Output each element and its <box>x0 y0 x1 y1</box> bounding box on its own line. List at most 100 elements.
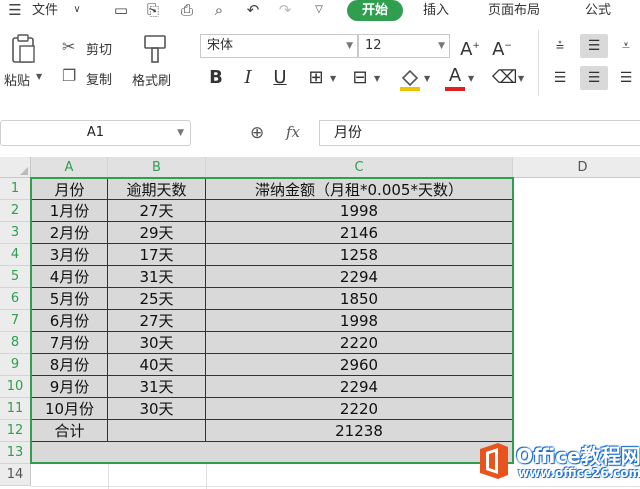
row-header-7[interactable]: 7 <box>0 310 31 332</box>
bold-icon[interactable]: B <box>204 66 228 90</box>
row-header-3[interactable]: 3 <box>0 222 31 244</box>
table-row-days[interactable]: 31天 <box>108 266 206 288</box>
total-amount-cell[interactable]: 21238 <box>206 420 513 442</box>
align-center-icon[interactable]: ☰ <box>580 66 608 90</box>
table-row-amount[interactable]: 2294 <box>206 266 513 288</box>
row-header-13[interactable]: 13 <box>0 442 31 464</box>
table-row-month[interactable]: 7月份 <box>31 332 108 354</box>
tab-formulas[interactable]: 公式 <box>585 2 611 20</box>
align-bottom-icon[interactable]: ⩡ <box>614 34 638 58</box>
zoom-search-icon[interactable]: ⊕ <box>250 123 264 143</box>
decrease-font-icon[interactable]: A− <box>490 34 514 60</box>
merge-dropdown-icon[interactable]: ▼ <box>374 74 380 83</box>
table-row-month[interactable]: 10月份 <box>31 398 108 420</box>
row-header-1[interactable]: 1 <box>0 178 31 200</box>
table-row-month[interactable]: 3月份 <box>31 244 108 266</box>
row-header-10[interactable]: 10 <box>0 376 31 398</box>
font-size-select[interactable]: 12 ▼ <box>358 34 450 58</box>
column-header-a[interactable]: A <box>31 157 108 178</box>
table-row-amount[interactable]: 1998 <box>206 310 513 332</box>
table-row-amount[interactable]: 2220 <box>206 332 513 354</box>
column-header-b[interactable]: B <box>108 157 206 178</box>
table-row-month[interactable]: 5月份 <box>31 288 108 310</box>
row-header-2[interactable]: 2 <box>0 200 31 222</box>
tab-home[interactable]: 开始 <box>347 0 403 21</box>
row-header-5[interactable]: 5 <box>0 266 31 288</box>
table-row-days[interactable]: 30天 <box>108 398 206 420</box>
italic-icon[interactable]: I <box>236 66 260 90</box>
quick-access-dropdown-icon[interactable]: ▽ <box>310 1 328 19</box>
table-row-days[interactable]: 31天 <box>108 376 206 398</box>
table-row-amount[interactable]: 1850 <box>206 288 513 310</box>
paste-button[interactable] <box>8 34 38 66</box>
cell-c1[interactable]: 滞纳金额（月租*0.005*天数） <box>206 178 513 200</box>
fill-color-dropdown-icon[interactable]: ▼ <box>424 74 430 83</box>
total-empty-cell[interactable] <box>108 420 206 442</box>
name-box[interactable]: A1 ▼ <box>0 120 191 146</box>
clear-dropdown-icon[interactable]: ▼ <box>518 74 524 83</box>
cell-b1[interactable]: 逾期天数 <box>108 178 206 200</box>
row-header-14[interactable]: 14 <box>0 464 31 486</box>
row-header-6[interactable]: 6 <box>0 288 31 310</box>
redo-icon[interactable]: ↷ <box>276 1 294 19</box>
copy-button[interactable]: 复制 <box>86 69 112 88</box>
font-color-icon[interactable]: A <box>444 66 466 92</box>
align-right-icon[interactable]: ☰ <box>614 66 638 90</box>
total-label-cell[interactable]: 合计 <box>31 420 108 442</box>
increase-font-icon[interactable]: A+ <box>458 34 482 60</box>
borders-dropdown-icon[interactable]: ▼ <box>330 74 336 83</box>
scissors-icon[interactable]: ✂ <box>62 37 75 56</box>
table-row-days[interactable]: 27天 <box>108 200 206 222</box>
table-row-days[interactable]: 30天 <box>108 332 206 354</box>
table-row-days[interactable]: 40天 <box>108 354 206 376</box>
table-row-month[interactable]: 6月份 <box>31 310 108 332</box>
table-row-days[interactable]: 27天 <box>108 310 206 332</box>
paste-label[interactable]: 粘贴 <box>4 70 30 89</box>
align-top-icon[interactable]: ⩮ <box>548 34 572 58</box>
merge-icon[interactable]: ⊟ <box>348 66 372 90</box>
formula-input[interactable]: 月份 <box>319 120 640 146</box>
column-header-c[interactable]: C <box>206 157 513 178</box>
export-icon[interactable]: ⎘ <box>144 1 162 19</box>
clear-format-icon[interactable]: ⌫ <box>492 66 517 90</box>
borders-icon[interactable]: ⊞ <box>304 66 328 90</box>
print-icon[interactable]: ⎙ <box>178 1 196 19</box>
row-header-9[interactable]: 9 <box>0 354 31 376</box>
table-row-month[interactable]: 2月份 <box>31 222 108 244</box>
row-header-12[interactable]: 12 <box>0 420 31 442</box>
tab-page-layout[interactable]: 页面布局 <box>488 2 540 20</box>
row-header-11[interactable]: 11 <box>0 398 31 420</box>
hamburger-menu-icon[interactable]: ☰ <box>6 1 24 19</box>
row-header-4[interactable]: 4 <box>0 244 31 266</box>
table-row-days[interactable]: 29天 <box>108 222 206 244</box>
column-header-d[interactable]: D <box>513 157 640 178</box>
chevron-down-icon[interactable]: ∨ <box>68 1 86 19</box>
font-color-dropdown-icon[interactable]: ▼ <box>468 74 474 83</box>
cell-a1[interactable]: 月份 <box>31 178 108 200</box>
table-row-amount[interactable]: 2960 <box>206 354 513 376</box>
paste-dropdown-icon[interactable]: ▼ <box>36 72 42 81</box>
copy-icon[interactable]: ❐ <box>62 66 76 85</box>
table-row-amount[interactable]: 2220 <box>206 398 513 420</box>
font-name-select[interactable]: 宋体 ▼ <box>200 34 358 58</box>
print-preview-icon[interactable]: ⌕ <box>210 1 228 19</box>
file-menu[interactable]: 文件 <box>32 2 58 20</box>
table-row-amount[interactable]: 2146 <box>206 222 513 244</box>
table-row-days[interactable]: 17天 <box>108 244 206 266</box>
table-row-amount[interactable]: 2294 <box>206 376 513 398</box>
fx-icon[interactable]: fx <box>286 123 300 141</box>
table-row-month[interactable]: 1月份 <box>31 200 108 222</box>
format-painter-button[interactable]: 格式刷 <box>132 70 171 89</box>
fill-color-icon[interactable] <box>398 66 422 92</box>
underline-icon[interactable]: U <box>268 66 292 90</box>
table-row-month[interactable]: 8月份 <box>31 354 108 376</box>
table-row-amount[interactable]: 1998 <box>206 200 513 222</box>
table-row-amount[interactable]: 1258 <box>206 244 513 266</box>
table-row-days[interactable]: 25天 <box>108 288 206 310</box>
table-row-month[interactable]: 9月份 <box>31 376 108 398</box>
save-icon[interactable]: ▭ <box>112 1 130 19</box>
undo-icon[interactable]: ↶ <box>244 1 262 19</box>
table-row-month[interactable]: 4月份 <box>31 266 108 288</box>
align-left-icon[interactable]: ☰ <box>548 66 572 90</box>
format-painter-icon[interactable] <box>142 34 168 64</box>
